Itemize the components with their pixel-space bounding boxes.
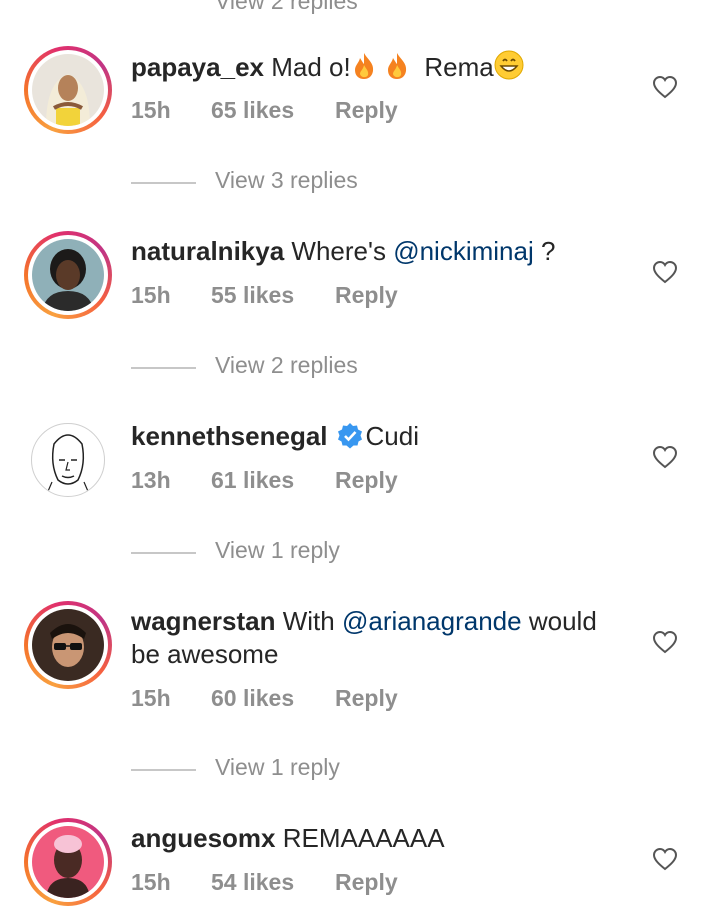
fire-emoji <box>351 52 377 88</box>
reply-button[interactable]: Reply <box>335 685 398 712</box>
heart-outline-icon[interactable] <box>652 630 678 654</box>
comment-time: 15h <box>131 97 171 123</box>
avatar-image <box>32 239 104 311</box>
username-link[interactable]: kennethsenegal <box>131 421 328 451</box>
comment-body: Mad o! <box>271 52 351 82</box>
view-replies-label: View 1 reply <box>215 754 340 780</box>
comment-body: REMAAAAAA <box>282 823 445 853</box>
view-replies-button-top[interactable]: View 2 replies <box>215 0 358 15</box>
replies-divider <box>131 367 196 369</box>
reply-button[interactable]: Reply <box>335 869 398 896</box>
heart-outline-icon[interactable] <box>652 260 678 284</box>
comment-body-2: Rema <box>424 52 494 82</box>
likes-count[interactable]: 65 likes <box>211 97 294 124</box>
comment-body: Where's <box>291 236 386 266</box>
view-replies-label: View 3 replies <box>215 167 358 193</box>
replies-divider <box>131 182 196 184</box>
avatar-image <box>32 826 104 898</box>
replies-divider <box>131 552 196 554</box>
likes-count[interactable]: 54 likes <box>211 869 294 896</box>
comment-body-line2: be awesome <box>131 639 279 669</box>
avatar[interactable] <box>24 231 112 319</box>
avatar-image <box>32 54 104 126</box>
comment-text: papaya_ex Mad o! Rema <box>131 50 631 88</box>
replies-divider <box>131 769 196 771</box>
avatar-image <box>31 423 105 497</box>
comment-body-end: would <box>528 606 597 636</box>
comment-body: With <box>282 606 335 636</box>
mention-link[interactable]: @arianagrande <box>342 606 522 636</box>
avatar-image <box>32 609 104 681</box>
avatar[interactable] <box>24 46 112 134</box>
comment-body-end: ? <box>540 236 556 266</box>
comment-time: 15h <box>131 869 171 895</box>
grinning-emoji <box>494 50 524 88</box>
avatar[interactable] <box>24 416 112 504</box>
heart-outline-icon[interactable] <box>652 445 678 469</box>
comment-body: Cudi <box>365 421 419 451</box>
heart-outline-icon[interactable] <box>652 75 678 99</box>
username-link[interactable]: naturalnikya <box>131 236 284 266</box>
comment-text: naturalnikya Where's @nickiminaj ? <box>131 235 631 268</box>
comment-text: kennethsenegal Cudi <box>131 420 631 458</box>
avatar[interactable] <box>24 601 112 689</box>
likes-count[interactable]: 60 likes <box>211 685 294 712</box>
reply-button[interactable]: Reply <box>335 467 398 494</box>
likes-count[interactable]: 55 likes <box>211 282 294 309</box>
reply-button[interactable]: Reply <box>335 282 398 309</box>
username-link[interactable]: anguesomx <box>131 823 276 853</box>
view-replies-label: View 1 reply <box>215 537 340 563</box>
fire-emoji <box>384 52 410 88</box>
comment-time: 15h <box>131 282 171 308</box>
reply-button[interactable]: Reply <box>335 97 398 124</box>
verified-badge-icon <box>336 422 364 458</box>
view-replies-label: View 2 replies <box>215 352 358 378</box>
comment-text: anguesomx REMAAAAAA <box>131 822 631 855</box>
comment-time: 15h <box>131 685 171 711</box>
username-link[interactable]: wagnerstan <box>131 606 276 636</box>
avatar[interactable] <box>24 818 112 906</box>
heart-outline-icon[interactable] <box>652 847 678 871</box>
comment-text: wagnerstan With @arianagrande would be a… <box>131 605 631 671</box>
username-link[interactable]: papaya_ex <box>131 52 264 82</box>
likes-count[interactable]: 61 likes <box>211 467 294 494</box>
comment-time: 13h <box>131 467 171 493</box>
mention-link[interactable]: @nickiminaj <box>393 236 534 266</box>
